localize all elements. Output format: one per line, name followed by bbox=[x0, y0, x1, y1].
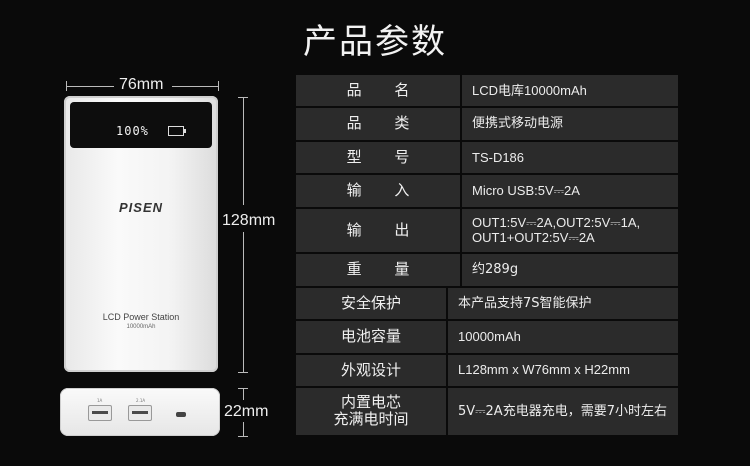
spec-value: TS-D186 bbox=[462, 141, 678, 174]
spec-key: 重 量 bbox=[296, 254, 460, 286]
depth-label: 22mm bbox=[224, 403, 269, 420]
width-line-left bbox=[66, 86, 114, 87]
width-tick-right bbox=[218, 81, 219, 91]
brand-logo: PISEN bbox=[118, 200, 163, 215]
spec-row: 输 出 OUT1:5V⎓2A,OUT2:5V⎓1A, OUT1+OUT2:5V⎓… bbox=[296, 208, 678, 253]
spec-table: 品 名 LCD电库10000mAh 品 类 便携式移动电源 型 号 TS-D18… bbox=[296, 75, 678, 435]
lcd-screen: 100% bbox=[70, 102, 212, 148]
height-tick-bottom bbox=[238, 372, 248, 373]
spec-row: 品 类 便携式移动电源 bbox=[296, 108, 678, 140]
spec-row: 重 量 约289g bbox=[296, 254, 678, 286]
spec-row: 输 入 Micro USB:5V⎓2A bbox=[296, 175, 678, 207]
depth-tick-bottom bbox=[238, 436, 248, 437]
spec-value: Micro USB:5V⎓2A bbox=[462, 175, 678, 207]
power-bank-side-image: 1A 2.1A bbox=[60, 388, 220, 436]
spec-key: 内置电芯 充满电时间 bbox=[296, 387, 446, 435]
spec-value: 10000mAh bbox=[448, 321, 678, 353]
spec-value: LCD电库10000mAh bbox=[462, 75, 678, 107]
spec-value: 便携式移动电源 bbox=[462, 108, 678, 140]
spec-key: 安全保护 bbox=[296, 287, 446, 320]
spec-key: 型 号 bbox=[296, 141, 460, 174]
spec-row: 内置电芯 充满电时间 5V⎓2A充电器充电，需要7小时左右 bbox=[296, 387, 678, 435]
spec-value: 本产品支持7S智能保护 bbox=[448, 287, 678, 320]
capacity-text: 10000mAh bbox=[126, 324, 156, 330]
height-line-bottom bbox=[243, 232, 244, 372]
spec-row: 品 名 LCD电库10000mAh bbox=[296, 75, 678, 107]
width-tick-left bbox=[66, 81, 67, 91]
usb-port-label: 1A bbox=[97, 398, 103, 403]
spec-value: 约289g bbox=[462, 254, 678, 286]
power-bank-front-image: 100% PISEN LCD Power Station 10000mAh bbox=[64, 96, 218, 372]
micro-usb-port-icon bbox=[176, 412, 186, 417]
model-text: LCD Power Station bbox=[102, 312, 180, 322]
spec-row: 电池容量 10000mAh bbox=[296, 321, 678, 353]
spec-key: 电池容量 bbox=[296, 321, 446, 353]
spec-row: 外观设计 L128mm x W76mm x H22mm bbox=[296, 354, 678, 386]
spec-row: 型 号 TS-D186 bbox=[296, 141, 678, 174]
usb-port-2-icon bbox=[128, 405, 152, 421]
spec-key: 输 出 bbox=[296, 208, 460, 253]
depth-line-bottom bbox=[243, 422, 244, 436]
width-line-right bbox=[172, 86, 218, 87]
height-line-top bbox=[243, 97, 244, 205]
spec-value: 5V⎓2A充电器充电，需要7小时左右 bbox=[448, 387, 678, 435]
depth-line-top bbox=[243, 388, 244, 400]
spec-key: 品 名 bbox=[296, 75, 460, 107]
lcd-readout: 100% bbox=[116, 124, 149, 138]
spec-value: OUT1:5V⎓2A,OUT2:5V⎓1A, OUT1+OUT2:5V⎓2A bbox=[462, 208, 678, 253]
height-label: 128mm bbox=[222, 212, 276, 229]
width-label: 76mm bbox=[119, 76, 164, 93]
spec-key: 输 入 bbox=[296, 175, 460, 207]
usb-port-1-icon bbox=[88, 405, 112, 421]
battery-icon bbox=[168, 126, 186, 136]
height-tick-top bbox=[238, 97, 248, 98]
spec-key: 外观设计 bbox=[296, 354, 446, 386]
usb-port-label: 2.1A bbox=[136, 398, 146, 403]
spec-key: 品 类 bbox=[296, 108, 460, 140]
spec-row: 安全保护 本产品支持7S智能保护 bbox=[296, 287, 678, 320]
page-title: 产品参数 bbox=[303, 22, 447, 62]
spec-value: L128mm x W76mm x H22mm bbox=[448, 354, 678, 386]
depth-tick-top bbox=[238, 388, 248, 389]
